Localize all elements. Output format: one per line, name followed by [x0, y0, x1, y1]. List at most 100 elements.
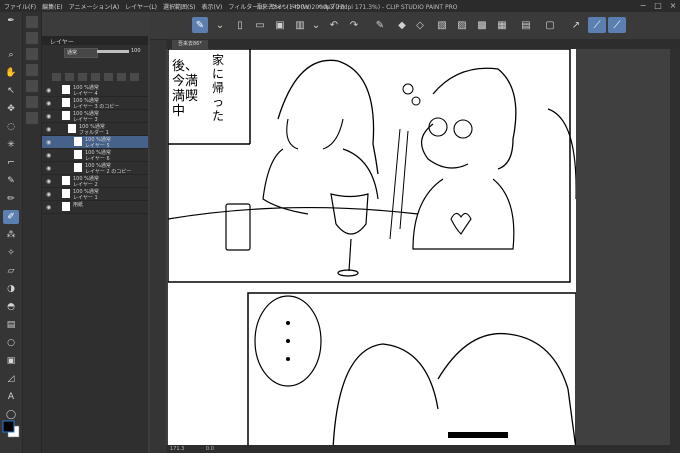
eye-icon[interactable]: ◉ — [46, 204, 51, 211]
eye-icon[interactable]: ◉ — [46, 178, 51, 185]
eye-icon[interactable]: ◉ — [46, 87, 51, 94]
blend-icon[interactable]: ◑ — [3, 282, 19, 296]
vertical-text-line: 家に — [212, 53, 225, 81]
zoom-value[interactable]: 171.3 — [170, 446, 184, 452]
open-icon[interactable]: ▭ — [252, 17, 268, 33]
layer-row[interactable]: ◉ 100 %通常 フォルダー 1 — [42, 123, 148, 136]
page-icon[interactable]: ▥ — [292, 17, 308, 33]
pen-tool-icon[interactable]: ✎ — [3, 174, 19, 188]
show-selection-icon[interactable]: ▢ — [542, 17, 558, 33]
menu-item[interactable]: ファイル(F) — [4, 2, 36, 11]
dropdown-icon[interactable]: ⌄ — [212, 17, 228, 33]
new-canvas-icon[interactable]: ✎ — [192, 17, 208, 33]
layer-row[interactable]: ◉ 100 %通常 レイヤー 1 — [42, 188, 148, 201]
eye-icon[interactable]: ◉ — [46, 113, 51, 120]
zoom-icon[interactable]: ⌕ — [3, 48, 19, 62]
layer-row[interactable]: ◉ 100 %通常 レイヤー 2 のコピー — [42, 162, 148, 175]
text-icon[interactable]: A — [3, 390, 19, 404]
hand-icon[interactable]: ✋ — [3, 66, 19, 80]
eyedropper-command-icon[interactable]: ✎ — [372, 17, 388, 33]
layer-row[interactable]: ◉ 100 %通常 レイヤー 6 — [42, 149, 148, 162]
layer-row[interactable]: ◉ 100 %通常 レイヤー 5 — [42, 136, 148, 149]
delete-icon[interactable] — [130, 73, 139, 81]
subtool-icon[interactable] — [26, 112, 38, 124]
new-file-icon[interactable]: ▯ — [232, 17, 248, 33]
new-vector-layer-icon[interactable] — [65, 73, 74, 81]
layer-row[interactable]: ◉ 用紙 — [42, 201, 148, 214]
layer-row[interactable]: ◉ 100 %通常 レイヤー 3 のコピー — [42, 97, 148, 110]
eye-icon[interactable]: ◉ — [46, 152, 51, 159]
dropdown-icon[interactable]: ⌄ — [308, 17, 324, 33]
subtool-icon[interactable] — [26, 32, 38, 44]
crop-icon[interactable]: ▨ — [454, 17, 470, 33]
fill-icon[interactable]: ◓ — [3, 300, 19, 314]
vertical-scrollbar[interactable] — [670, 49, 680, 453]
clear-icon[interactable]: ◆ — [394, 17, 410, 33]
new-folder-icon[interactable] — [78, 73, 87, 81]
lock-icon[interactable] — [117, 73, 126, 81]
document-tab-bar: 吾来去86* — [166, 39, 680, 49]
eye-icon[interactable]: ◉ — [46, 139, 51, 146]
pen-icon[interactable]: ✒ — [3, 14, 19, 28]
decoration-icon[interactable]: ✧ — [3, 246, 19, 260]
subtool-icon[interactable] — [26, 80, 38, 92]
eyedropper-icon[interactable]: ⌐ — [3, 156, 19, 170]
window-title: 吾来去86* (1400 x 2000px 72dpi 171.3%) - CL… — [256, 4, 458, 11]
subtool-icon[interactable] — [26, 48, 38, 60]
eye-icon[interactable]: ◉ — [46, 191, 51, 198]
eye-icon[interactable]: ◉ — [46, 165, 51, 172]
eye-icon[interactable]: ◉ — [46, 100, 51, 107]
opacity-slider[interactable] — [97, 50, 129, 53]
layer-row[interactable]: ◉ 100 %通常 レイヤー 3 — [42, 110, 148, 123]
layer-row[interactable]: ◉ 100 %通常 レイヤー 2 — [42, 175, 148, 188]
gradient-icon[interactable]: ▤ — [3, 318, 19, 332]
lasso-icon[interactable]: ◌ — [3, 120, 19, 134]
layer-name: フォルダー 1 — [79, 130, 109, 136]
color-swatch[interactable] — [2, 418, 22, 448]
move-layer-icon[interactable]: ✥ — [3, 102, 19, 116]
menu-item[interactable]: レイヤー(L) — [125, 2, 157, 11]
operation-icon[interactable]: ↖ — [3, 84, 19, 98]
subtool-icon[interactable] — [26, 16, 38, 28]
new-layer-icon[interactable] — [52, 73, 61, 81]
eraser-icon[interactable]: ▱ — [3, 264, 19, 278]
pen-mode-icon[interactable]: ⟋ — [588, 17, 606, 33]
mask-icon[interactable] — [91, 73, 100, 81]
select-all-icon[interactable]: ▩ — [474, 17, 490, 33]
manga-page[interactable]: 家に 帰った 後、 今満 満喫 中 — [167, 48, 577, 450]
close-button[interactable]: × — [666, 1, 680, 11]
transform-icon[interactable]: ▧ — [434, 17, 450, 33]
save-icon[interactable]: ▣ — [272, 17, 288, 33]
redo-icon[interactable]: ↷ — [346, 17, 362, 33]
vertical-text-left: 後、 今満 満喫 中 — [172, 59, 198, 119]
angle-value[interactable]: 0.0 — [206, 446, 214, 452]
pen-mode-2-icon[interactable]: ⟋ — [608, 17, 626, 33]
eye-icon[interactable]: ◉ — [46, 126, 51, 133]
invert-selection-icon[interactable]: ▤ — [518, 17, 534, 33]
airbrush-icon[interactable]: ⁂ — [3, 228, 19, 242]
layer-row[interactable]: ◉ 100 %通常 レイヤー 4 — [42, 84, 148, 97]
menu-item[interactable]: 選択範囲(S) — [163, 2, 196, 11]
minimize-button[interactable]: − — [636, 1, 650, 11]
document-tab[interactable]: 吾来去86* — [172, 40, 208, 49]
subtool-icon[interactable] — [26, 96, 38, 108]
fill-command-icon[interactable]: ◇ — [412, 17, 428, 33]
menu-item[interactable]: アニメーション(A) — [69, 2, 120, 11]
menu-item[interactable]: 表示(V) — [202, 2, 223, 11]
blend-mode-select[interactable]: 通常 — [64, 48, 98, 58]
figure-icon[interactable]: ○ — [3, 336, 19, 350]
maximize-button[interactable]: □ — [651, 1, 665, 11]
menu-item[interactable]: 編集(E) — [42, 2, 62, 11]
subtool-icon[interactable] — [26, 64, 38, 76]
magic-wand-icon[interactable]: ✳ — [3, 138, 19, 152]
pencil-icon[interactable]: ✏ — [3, 192, 19, 206]
layer-panel-tab[interactable]: レイヤー — [42, 36, 148, 46]
undo-icon[interactable]: ↶ — [326, 17, 342, 33]
snap-ruler-icon[interactable]: ↗ — [568, 17, 584, 33]
ruler-icon[interactable]: ◿ — [3, 372, 19, 386]
frame-icon[interactable]: ▣ — [3, 354, 19, 368]
deselect-icon[interactable]: ▦ — [494, 17, 510, 33]
merge-icon[interactable] — [104, 73, 113, 81]
vertical-text-line: 中 — [172, 104, 186, 119]
brush-icon[interactable]: ✐ — [3, 210, 19, 224]
